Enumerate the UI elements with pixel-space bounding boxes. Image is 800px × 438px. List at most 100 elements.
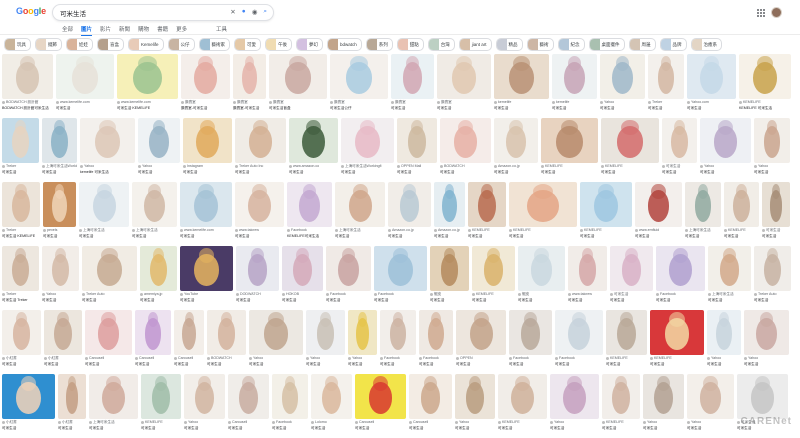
chip-17[interactable]: 紀念 [557,38,585,51]
result-thumbnail[interactable] [685,182,721,227]
image-result[interactable]: KEMELIFE 可米生活 [509,182,577,243]
image-result[interactable]: Yahoo kemelife 可米生活 [80,118,135,179]
image-result[interactable]: YouTube 可米生活 [180,246,233,307]
result-source[interactable]: 可米生活 [610,292,628,297]
result-title[interactable]: 可米生活 [600,106,645,111]
result-thumbnail[interactable] [707,310,741,355]
result-source[interactable]: 上海可米生活 [708,292,734,297]
result-source[interactable]: Yahoo [138,164,152,168]
result-title[interactable]: BODWATCH 設計館可米生活 [2,106,53,111]
result-thumbnail[interactable] [311,374,352,419]
result-source[interactable]: 上海可米生活 [89,420,115,425]
result-source[interactable]: KEMELIFE [498,420,520,424]
result-thumbnail[interactable] [391,54,434,99]
image-result[interactable]: 蝦皮 可米生活 [430,246,469,307]
result-source[interactable]: KEMELIFE [606,356,628,360]
result-thumbnail[interactable] [468,182,506,227]
result-source[interactable]: 讚賣室 [233,100,248,105]
result-thumbnail[interactable] [430,246,469,291]
result-title[interactable]: 可米生活 [656,298,705,303]
result-thumbnail[interactable] [724,182,759,227]
image-result[interactable]: Carousell 可米生活 [174,310,204,371]
image-result[interactable]: 讚賣室 讚賣室-可米生活 [233,54,266,115]
image-result[interactable]: HOKOB 可米生活 [282,246,323,307]
result-thumbnail[interactable] [85,310,132,355]
image-result[interactable]: 上海可米生活Workingfi 可米生活 [341,118,394,179]
result-title[interactable]: 可米生活 [498,426,547,431]
result-title[interactable]: 可米生活 KEMELIFE [117,106,178,111]
image-result[interactable]: KEMELIFE 可米生活 [541,118,598,179]
result-thumbnail[interactable] [355,374,406,419]
result-source[interactable]: Yahoo [600,100,614,104]
result-source[interactable]: amemiya.jp [140,292,162,296]
result-source[interactable]: Carousell [228,420,247,424]
result-thumbnail[interactable] [330,54,388,99]
image-result[interactable]: 蝦皮 可米生活 [518,246,565,307]
chip-6[interactable]: 藝術家 [198,38,231,51]
result-title[interactable]: 可米生活 [685,234,721,239]
result-title[interactable]: 可米生活 [174,362,204,367]
image-result[interactable]: pexels 可米生活 [43,182,76,243]
result-thumbnail[interactable] [306,310,345,355]
chip-14[interactable]: jiant art [458,38,492,51]
result-thumbnail[interactable] [397,118,437,163]
result-title[interactable]: 可米生活 [662,170,697,175]
image-result[interactable]: Yahoo 可米生活 [744,310,789,371]
clear-icon[interactable]: ✕ [230,8,235,16]
result-title[interactable]: 可米生活 [601,170,659,175]
image-result[interactable]: KEMELIFE 可米生活 [650,310,704,371]
image-result[interactable]: 上海可米生活 可米生活 [89,374,138,435]
image-result[interactable]: KEMELIFE 可米生活 [602,374,640,435]
image-result[interactable]: KEMELIFE 可米生活 [141,374,181,435]
result-source[interactable]: Facebook [272,420,292,424]
result-thumbnail[interactable] [117,54,178,99]
image-result[interactable]: Carousell 可米生活 [228,374,269,435]
result-source[interactable]: Lolomo [311,420,327,424]
image-result[interactable]: Carousell 可米生活 [409,374,452,435]
result-source[interactable]: 上海可米生活 [685,228,711,233]
result-source[interactable]: www.kemelife.com [56,100,90,104]
result-thumbnail[interactable] [233,54,266,99]
result-title[interactable]: 可米生活 [388,234,431,239]
result-thumbnail[interactable] [44,310,82,355]
result-source[interactable]: Yahoo [455,420,469,424]
result-title[interactable]: 可米生活 [419,362,453,367]
result-source[interactable]: KEMELIFE [724,228,746,232]
result-title[interactable]: 可米生活 [754,170,790,175]
result-source[interactable]: 上海可米生活 [335,228,361,233]
image-result[interactable]: 上海可米生活 可米生活 [335,182,385,243]
result-source[interactable]: pexels [43,228,57,232]
result-thumbnail[interactable] [140,246,177,291]
image-result[interactable]: 可米生活 可米生活 [662,118,697,179]
result-title[interactable]: 可米生活公仔 [330,106,388,111]
result-thumbnail[interactable] [2,182,40,227]
result-source[interactable]: KEMELIFE [580,228,602,232]
result-thumbnail[interactable] [80,118,135,163]
image-result[interactable]: Facebook KEMELIFE可米生活 [287,182,332,243]
result-title[interactable]: 可米生活 [555,362,603,367]
result-thumbnail[interactable] [335,182,385,227]
result-title[interactable]: 可米生活 [355,426,406,431]
result-thumbnail[interactable] [687,374,734,419]
result-thumbnail[interactable] [380,310,416,355]
result-source[interactable]: KEMELIFE [468,228,490,232]
chip-21[interactable]: 治癒系 [690,38,723,51]
search-icon[interactable]: ⌕ [263,8,267,16]
result-thumbnail[interactable] [2,54,53,99]
image-result[interactable]: www.kemelife.com 可米生活 [56,54,114,115]
result-title[interactable]: 可米生活 [509,362,552,367]
result-title[interactable]: 可米生活 [374,298,427,303]
result-source[interactable]: www.kemelife.com [180,228,214,232]
image-result[interactable]: Facebook 可米生活 [272,374,308,435]
result-source[interactable]: Yahoo [643,420,657,424]
result-source[interactable]: Yahoo [249,356,263,360]
chip-15[interactable]: 精品 [495,38,523,51]
result-title[interactable]: 可米生活 [141,426,181,431]
result-source[interactable]: 讚賣室 [391,100,406,105]
result-thumbnail[interactable] [552,54,597,99]
result-source[interactable]: 讚賣室 [181,100,196,105]
result-title[interactable]: 可米生活 [541,170,598,175]
result-thumbnail[interactable] [236,246,279,291]
image-result[interactable]: 讚賣室 可米生活盲盒 [269,54,327,115]
result-title[interactable]: 可米生活 [135,362,171,367]
